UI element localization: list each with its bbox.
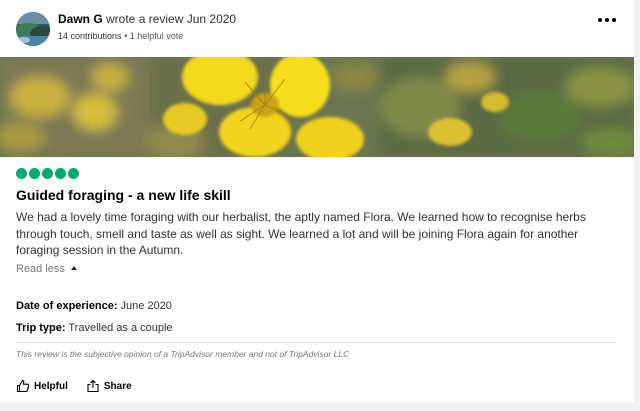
rating-bubble (16, 168, 27, 179)
review-body: We had a lovely time foraging with our h… (16, 210, 586, 257)
rating-bubble (68, 168, 79, 179)
helpful-button[interactable]: Helpful (16, 378, 68, 394)
review-date-text: wrote a review Jun 2020 (106, 12, 237, 26)
trip-type: Trip type: Travelled as a couple (16, 321, 173, 335)
divider (16, 342, 616, 343)
trip-type-label: Trip type: (16, 322, 66, 334)
reviewer-line: Dawn G wrote a review Jun 2020 (58, 12, 236, 26)
trip-type-value: Travelled as a couple (68, 322, 173, 334)
share-button[interactable]: Share (86, 378, 132, 394)
review-photo[interactable] (0, 57, 634, 157)
date-of-experience-value: June 2020 (120, 300, 172, 312)
more-options-icon[interactable] (598, 15, 618, 25)
review-header: Dawn G wrote a review Jun 2020 14 contri… (16, 12, 626, 48)
reviewer-name[interactable]: Dawn G (58, 12, 103, 26)
rating-bubbles (16, 168, 79, 179)
review-title[interactable]: Guided foraging - a new life skill (16, 186, 231, 204)
page-background-strip (0, 402, 640, 411)
review-disclaimer: This review is the subjective opinion of… (16, 349, 350, 359)
helpful-label: Helpful (34, 380, 68, 392)
read-less-link[interactable]: Read less (16, 262, 77, 276)
rating-bubble (29, 168, 40, 179)
share-icon (87, 379, 99, 393)
thumbs-up-icon (16, 380, 30, 393)
review-card: Dawn G wrote a review Jun 2020 14 contri… (0, 0, 634, 402)
stats-separator: • (124, 31, 128, 41)
date-of-experience: Date of experience: June 2020 (16, 299, 172, 313)
date-of-experience-label: Date of experience: (16, 300, 118, 312)
review-actions: Helpful Share (16, 378, 132, 394)
caret-up-icon (70, 266, 77, 270)
rating-bubble (55, 168, 66, 179)
share-label: Share (103, 380, 132, 392)
read-less-label: Read less (16, 263, 65, 275)
reviewer-stats: 14 contributions • 1 helpful vote (58, 30, 183, 42)
contributions-count: 14 contributions (58, 31, 122, 41)
helpful-votes-count: 1 helpful vote (129, 31, 184, 41)
avatar[interactable] (16, 12, 50, 46)
rating-bubble (42, 168, 53, 179)
